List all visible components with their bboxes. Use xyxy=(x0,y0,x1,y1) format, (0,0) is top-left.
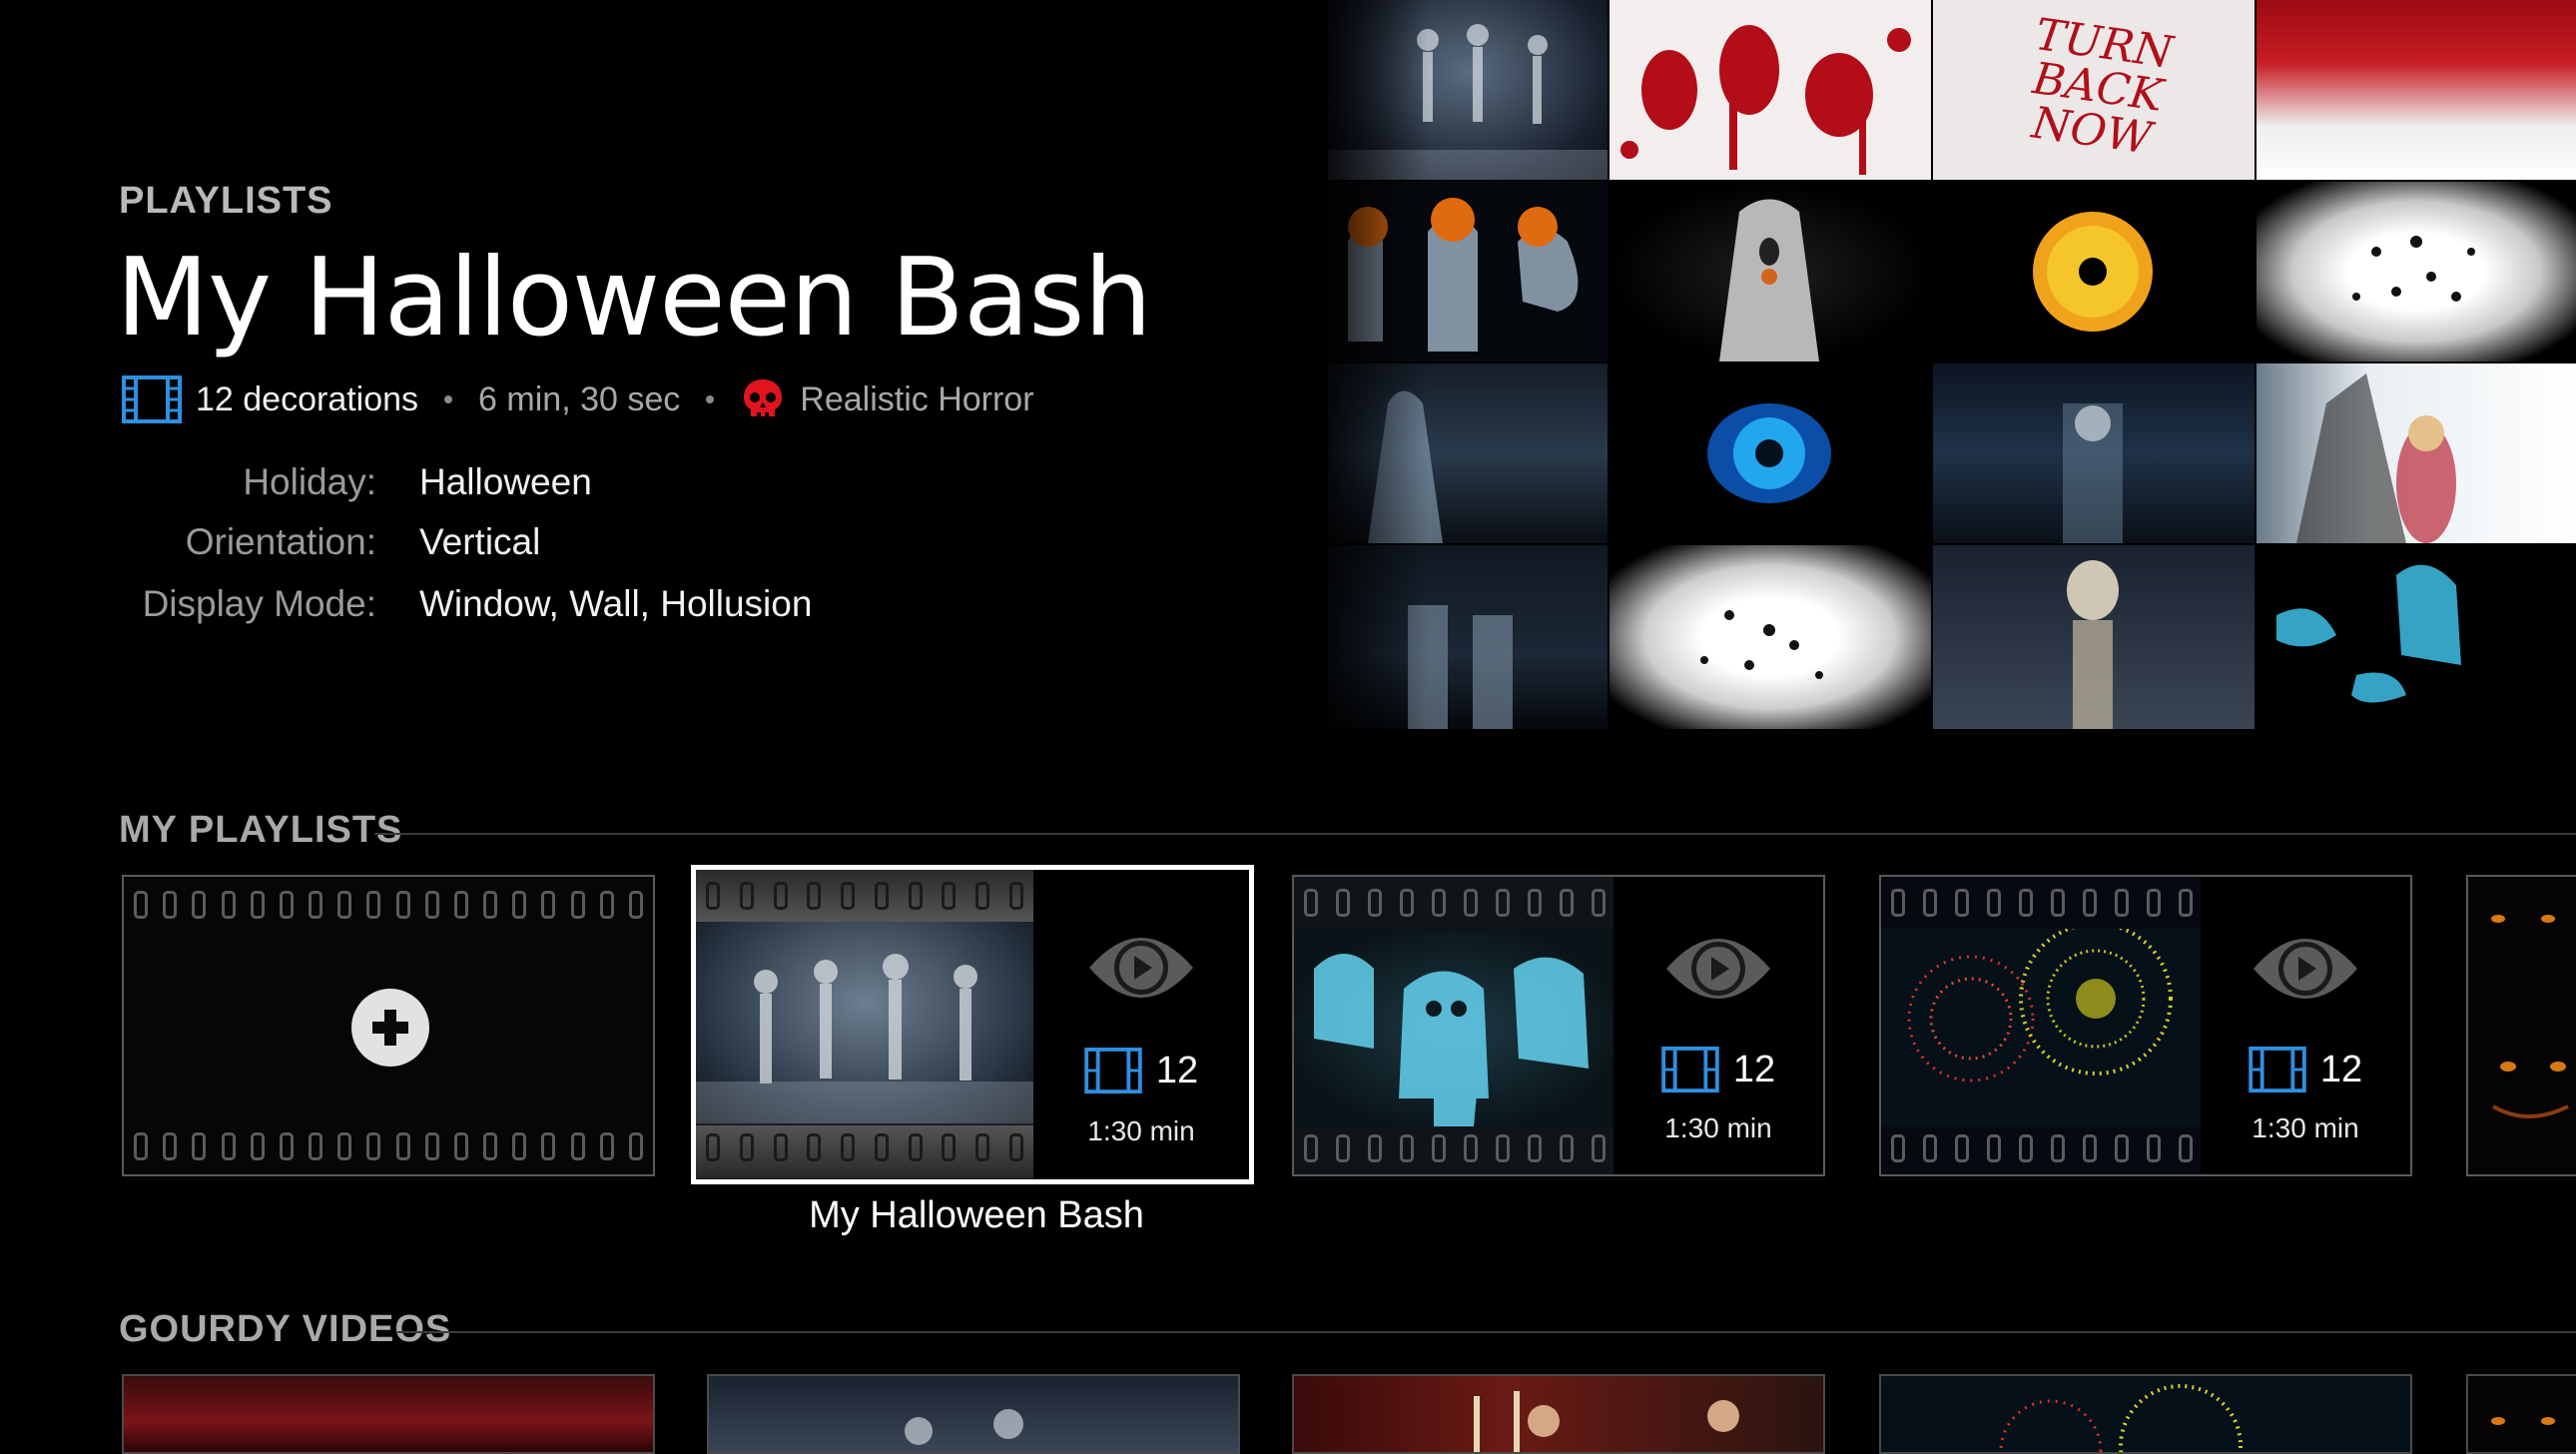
film-icon xyxy=(122,375,182,423)
orientation-label: Orientation: xyxy=(185,521,376,562)
eye-play-icon[interactable] xyxy=(1662,921,1774,1017)
skull-icon xyxy=(744,379,783,416)
decoration-count: 12 xyxy=(1155,1049,1199,1091)
video-card-3[interactable] xyxy=(1292,1374,1825,1454)
film-icon xyxy=(1084,1048,1142,1093)
playlist-card-fireworks[interactable]: 12 1:30 min xyxy=(1879,875,2412,1176)
playlist-info: 12 1:30 min xyxy=(1613,877,1823,1174)
playlist-thumbnail xyxy=(1881,877,2203,1174)
video-card-2[interactable] xyxy=(707,1374,1240,1454)
selected-playlist-caption: My Halloween Bash xyxy=(809,1194,1144,1236)
video-card-partial[interactable] xyxy=(2466,1374,2576,1454)
thumb-blue-eye xyxy=(1610,364,1931,543)
separator-dot xyxy=(706,395,715,403)
thumb-screaming-ghost xyxy=(1610,182,1931,362)
playlist-thumbnail xyxy=(696,870,1033,1179)
playlist-duration: 1:30 min xyxy=(1087,1115,1195,1146)
skeleton-dance-image xyxy=(696,922,1033,1123)
display-mode-label: Display Mode: xyxy=(142,583,376,624)
my-playlists-header: MY PLAYLISTS xyxy=(119,809,403,851)
thumb-haunted-hall xyxy=(1933,364,2254,543)
decoration-count: 12 xyxy=(2319,1048,2363,1090)
film-icon xyxy=(2249,1047,2306,1092)
film-icon xyxy=(1661,1047,1719,1092)
turn-back-now-text: TURN BACK NOW xyxy=(2029,9,2177,165)
eye-play-icon[interactable] xyxy=(1085,920,1197,1016)
holiday-label: Holiday: xyxy=(243,461,376,502)
mosaic-fade xyxy=(1278,0,1428,729)
orientation-value: Vertical xyxy=(419,521,541,562)
thumb-blue-ghosts xyxy=(2256,545,2576,729)
thumb-blood-handprints xyxy=(1610,0,1931,180)
film-sprockets xyxy=(134,1132,643,1164)
decoration-mosaic: TURN BACK NOW xyxy=(1328,0,2576,729)
playlist-duration: 1:30 min xyxy=(2252,1112,2359,1143)
video-card-1[interactable] xyxy=(122,1374,655,1454)
thumb-turn-back-now: TURN BACK NOW xyxy=(1933,0,2254,180)
thumb-scared-woman xyxy=(2256,364,2576,543)
genre-label: Realistic Horror xyxy=(800,379,1034,418)
section-kicker: PLAYLISTS xyxy=(119,180,333,222)
film-sprockets xyxy=(134,891,643,923)
playlist-info: 12 1:30 min xyxy=(1033,870,1249,1179)
holiday-value: Halloween xyxy=(419,461,592,502)
gourdy-videos-header: GOURDY VIDEOS xyxy=(119,1308,452,1350)
decorations-count: 12 decorations xyxy=(196,379,419,418)
add-playlist-card[interactable] xyxy=(122,875,655,1176)
playlist-duration: 1:30 min xyxy=(1664,1112,1772,1143)
playlist-card-halloween-bash[interactable]: 12 1:30 min xyxy=(691,865,1254,1184)
video-card-4[interactable] xyxy=(1879,1374,2412,1454)
playlist-meta: 12 decorations 6 min, 30 sec Realistic H… xyxy=(122,371,1034,427)
playlist-card-ghosts[interactable]: 12 1:30 min xyxy=(1292,875,1825,1176)
playlist-card-partial[interactable] xyxy=(2466,875,2576,1176)
ghosts-image xyxy=(1294,929,1615,1126)
page-title: My Halloween Bash xyxy=(116,236,1152,361)
thumb-spiders xyxy=(2256,182,2576,362)
thumb-skeleton xyxy=(1933,545,2254,729)
thumb-orange-eye xyxy=(1933,182,2254,362)
add-icon[interactable] xyxy=(350,988,430,1068)
thumb-blood-drips xyxy=(2256,0,2576,180)
playlist-thumbnail xyxy=(1294,877,1615,1174)
gourdy-videos-divider xyxy=(397,1331,2576,1333)
playlist-duration: 6 min, 30 sec xyxy=(478,379,681,418)
display-mode-value: Window, Wall, Hollusion xyxy=(419,583,813,624)
playlist-info: 12 1:30 min xyxy=(2201,877,2410,1174)
separator-dot xyxy=(444,395,453,403)
fireworks-image xyxy=(1881,922,2203,1126)
eye-play-icon[interactable] xyxy=(2250,921,2361,1017)
my-playlists-divider xyxy=(374,833,2576,835)
thumb-spiders-2 xyxy=(1610,545,1931,729)
decoration-count: 12 xyxy=(1732,1048,1776,1090)
